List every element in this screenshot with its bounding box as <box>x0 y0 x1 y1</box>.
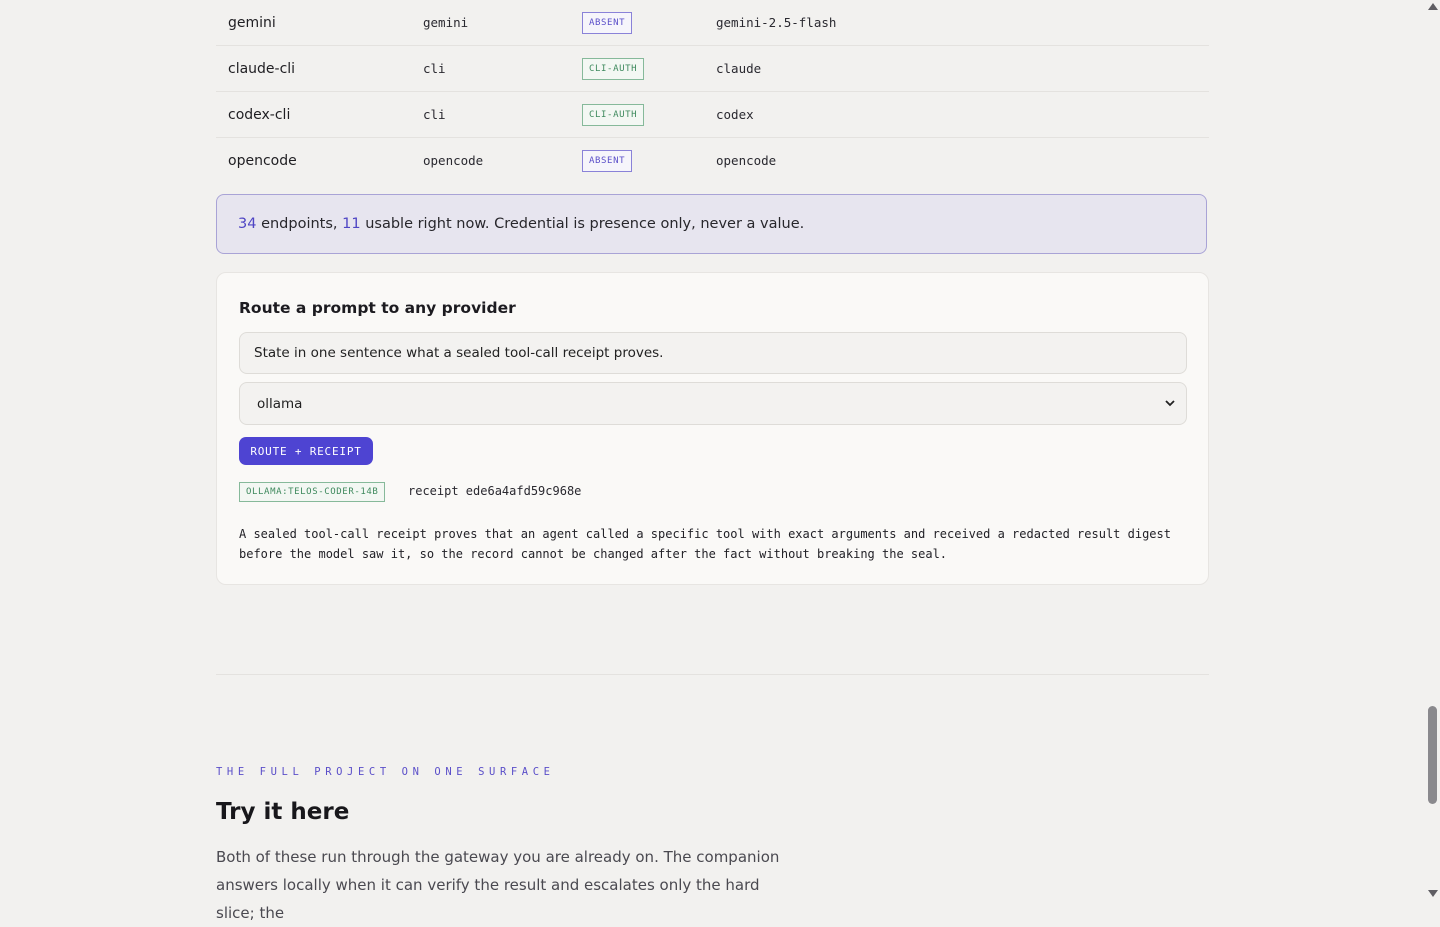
usable-label: usable right now. Credential is presence… <box>365 216 805 232</box>
section-divider <box>216 674 1209 675</box>
section-eyebrow: THE FULL PROJECT ON ONE SURFACE <box>216 766 555 778</box>
table-row: gemini gemini ABSENT gemini-2.5-flash <box>216 0 1209 46</box>
status-badge: CLI-AUTH <box>582 57 645 80</box>
provider-kind: cli <box>423 107 446 122</box>
provider-kind: cli <box>423 61 446 76</box>
provider-name: codex-cli <box>228 106 291 123</box>
provider-select-value: ollama <box>257 395 303 412</box>
provider-kind: gemini <box>423 15 469 30</box>
status-cell: CLI-AUTH <box>582 46 645 91</box>
provider-name: gemini <box>228 14 276 31</box>
status-cell: ABSENT <box>582 138 633 183</box>
endpoint-label: endpoints, <box>261 216 338 232</box>
provider-model: claude <box>716 61 762 76</box>
provider-select[interactable]: ollama <box>239 382 1187 425</box>
provider-kind: opencode <box>423 153 484 168</box>
chevron-down-icon <box>1165 400 1175 407</box>
prompt-input[interactable] <box>239 332 1187 374</box>
endpoint-count: 34 <box>238 216 257 232</box>
route-card: Route a prompt to any provider ollama RO… <box>216 272 1209 585</box>
provider-table: gemini gemini ABSENT gemini-2.5-flash cl… <box>216 0 1209 183</box>
provider-model: gemini-2.5-flash <box>716 15 837 30</box>
scroll-down-arrow-icon[interactable] <box>1428 890 1438 897</box>
table-row: opencode opencode ABSENT opencode <box>216 138 1209 183</box>
provider-name: claude-cli <box>228 60 296 77</box>
route-receipt-button[interactable]: ROUTE + RECEIPT <box>239 437 373 465</box>
scrollbar[interactable] <box>1425 0 1440 900</box>
status-badge: ABSENT <box>582 11 633 34</box>
status-badge: ABSENT <box>582 149 633 172</box>
status-cell: ABSENT <box>582 0 633 45</box>
table-row: codex-cli cli CLI-AUTH codex <box>216 92 1209 138</box>
status-cell: CLI-AUTH <box>582 92 645 137</box>
route-result: A sealed tool-call receipt proves that a… <box>239 527 1171 561</box>
usable-count: 11 <box>342 216 361 232</box>
provider-name: opencode <box>228 152 297 169</box>
section-body: Both of these run through the gateway yo… <box>216 848 780 922</box>
provider-model: opencode <box>716 153 777 168</box>
section-title: Try it here <box>216 799 350 825</box>
scrollbar-thumb[interactable] <box>1428 706 1437 804</box>
status-badge: CLI-AUTH <box>582 103 645 126</box>
receipt-id: receipt ede6a4afd59c968e <box>408 484 582 498</box>
scroll-up-arrow-icon[interactable] <box>1428 3 1438 10</box>
table-row: claude-cli cli CLI-AUTH claude <box>216 46 1209 92</box>
model-tag: OLLAMA:TELOS-CODER-14B <box>239 482 386 502</box>
endpoint-summary: 34 endpoints, 11 usable right now. Crede… <box>216 194 1207 254</box>
route-card-title: Route a prompt to any provider <box>239 299 516 317</box>
provider-model: codex <box>716 107 754 122</box>
